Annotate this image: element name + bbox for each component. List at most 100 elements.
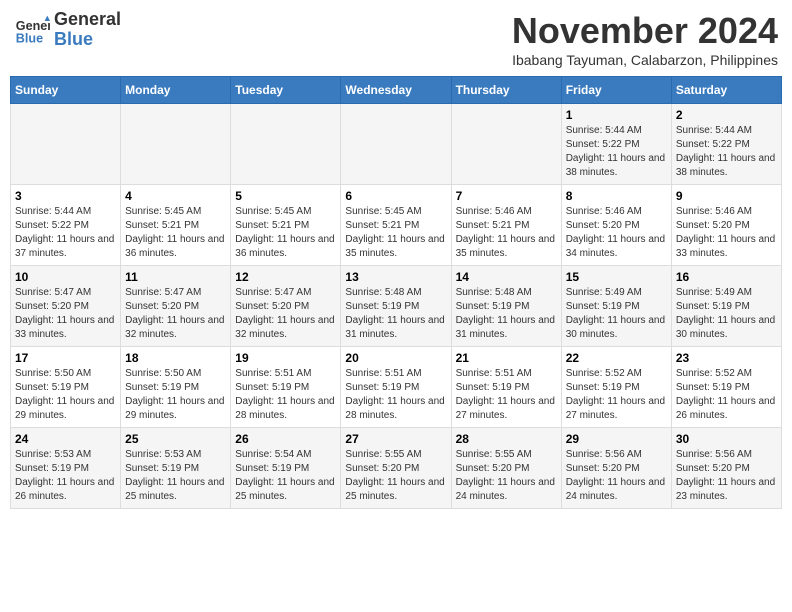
day-number: 19 (235, 351, 336, 365)
calendar-header: SundayMondayTuesdayWednesdayThursdayFrid… (11, 77, 782, 104)
logo: General Blue General Blue (14, 10, 121, 50)
weekday-header-tuesday: Tuesday (231, 77, 341, 104)
calendar-cell (11, 104, 121, 185)
day-number: 9 (676, 189, 777, 203)
calendar-cell: 14 Sunrise: 5:48 AMSunset: 5:19 PMDayligh… (451, 266, 561, 347)
logo-line2: Blue (54, 30, 121, 50)
day-info: Sunrise: 5:46 AMSunset: 5:21 PMDaylight:… (456, 205, 557, 261)
calendar-cell (341, 104, 451, 185)
calendar-cell: 24 Sunrise: 5:53 AMSunset: 5:19 PMDayligh… (11, 428, 121, 509)
day-number: 15 (566, 270, 667, 284)
calendar-cell: 10Sunrise: 5:47 AMSunset: 5:20 PMDayligh… (11, 266, 121, 347)
calendar-cell (451, 104, 561, 185)
calendar-cell: 12Sunrise: 5:47 AMSunset: 5:20 PMDayligh… (231, 266, 341, 347)
logo-line1: General (54, 10, 121, 30)
weekday-header-sunday: Sunday (11, 77, 121, 104)
day-info: Sunrise: 5:51 AMSunset: 5:19 PMDaylight:… (345, 367, 446, 423)
day-info: Sunrise: 5:46 AMSunset: 5:20 PMDaylight:… (676, 205, 777, 261)
calendar-cell: 7 Sunrise: 5:46 AMSunset: 5:21 PMDaylight… (451, 185, 561, 266)
calendar-cell: 9 Sunrise: 5:46 AMSunset: 5:20 PMDaylight… (671, 185, 781, 266)
day-info: Sunrise: 5:50 AMSunset: 5:19 PMDaylight:… (15, 367, 116, 423)
calendar-cell: 23 Sunrise: 5:52 AMSunset: 5:19 PMDayligh… (671, 347, 781, 428)
day-number: 28 (456, 432, 557, 446)
day-number: 26 (235, 432, 336, 446)
weekday-header-row: SundayMondayTuesdayWednesdayThursdayFrid… (11, 77, 782, 104)
day-number: 20 (345, 351, 446, 365)
day-info: Sunrise: 5:55 AMSunset: 5:20 PMDaylight:… (345, 448, 446, 504)
calendar-cell: 11 Sunrise: 5:47 AMSunset: 5:20 PMDayligh… (121, 266, 231, 347)
day-number: 30 (676, 432, 777, 446)
title-block: November 2024 Ibabang Tayuman, Calabarzo… (512, 10, 778, 68)
calendar-cell: 4 Sunrise: 5:45 AMSunset: 5:21 PMDaylight… (121, 185, 231, 266)
svg-text:Blue: Blue (16, 31, 43, 45)
day-info: Sunrise: 5:49 AMSunset: 5:19 PMDaylight:… (676, 286, 777, 342)
day-number: 17 (15, 351, 116, 365)
weekday-header-friday: Friday (561, 77, 671, 104)
calendar-cell: 3 Sunrise: 5:44 AMSunset: 5:22 PMDaylight… (11, 185, 121, 266)
day-info: Sunrise: 5:55 AMSunset: 5:20 PMDaylight:… (456, 448, 557, 504)
calendar-cell: 13Sunrise: 5:48 AMSunset: 5:19 PMDayligh… (341, 266, 451, 347)
day-info: Sunrise: 5:56 AMSunset: 5:20 PMDaylight:… (676, 448, 777, 504)
day-number: 24 (15, 432, 116, 446)
day-number: 12 (235, 270, 336, 284)
week-row-4: 24 Sunrise: 5:53 AMSunset: 5:19 PMDayligh… (11, 428, 782, 509)
calendar-table: SundayMondayTuesdayWednesdayThursdayFrid… (10, 76, 782, 509)
day-info: Sunrise: 5:50 AMSunset: 5:19 PMDaylight:… (125, 367, 226, 423)
calendar-cell: 18 Sunrise: 5:50 AMSunset: 5:19 PMDayligh… (121, 347, 231, 428)
weekday-header-monday: Monday (121, 77, 231, 104)
day-number: 7 (456, 189, 557, 203)
day-info: Sunrise: 5:51 AMSunset: 5:19 PMDaylight:… (235, 367, 336, 423)
week-row-2: 10Sunrise: 5:47 AMSunset: 5:20 PMDayligh… (11, 266, 782, 347)
day-number: 21 (456, 351, 557, 365)
day-info: Sunrise: 5:48 AMSunset: 5:19 PMDaylight:… (456, 286, 557, 342)
day-info: Sunrise: 5:56 AMSunset: 5:20 PMDaylight:… (566, 448, 667, 504)
calendar-cell: 25 Sunrise: 5:53 AMSunset: 5:19 PMDayligh… (121, 428, 231, 509)
day-info: Sunrise: 5:44 AMSunset: 5:22 PMDaylight:… (676, 124, 777, 180)
day-info: Sunrise: 5:44 AMSunset: 5:22 PMDaylight:… (15, 205, 116, 261)
day-info: Sunrise: 5:47 AMSunset: 5:20 PMDaylight:… (125, 286, 226, 342)
day-info: Sunrise: 5:47 AMSunset: 5:20 PMDaylight:… (15, 286, 116, 342)
calendar-cell: 1Sunrise: 5:44 AMSunset: 5:22 PMDaylight… (561, 104, 671, 185)
calendar-cell: 19 Sunrise: 5:51 AMSunset: 5:19 PMDayligh… (231, 347, 341, 428)
month-title: November 2024 (512, 10, 778, 52)
weekday-header-thursday: Thursday (451, 77, 561, 104)
logo-text: General Blue (54, 10, 121, 50)
day-number: 23 (676, 351, 777, 365)
day-number: 29 (566, 432, 667, 446)
day-number: 16 (676, 270, 777, 284)
week-row-3: 17 Sunrise: 5:50 AMSunset: 5:19 PMDayligh… (11, 347, 782, 428)
day-number: 3 (15, 189, 116, 203)
calendar-cell: 20 Sunrise: 5:51 AMSunset: 5:19 PMDayligh… (341, 347, 451, 428)
day-number: 5 (235, 189, 336, 203)
day-number: 27 (345, 432, 446, 446)
calendar-cell: 22Sunrise: 5:52 AMSunset: 5:19 PMDayligh… (561, 347, 671, 428)
day-number: 18 (125, 351, 226, 365)
calendar-cell: 28 Sunrise: 5:55 AMSunset: 5:20 PMDayligh… (451, 428, 561, 509)
day-number: 25 (125, 432, 226, 446)
day-info: Sunrise: 5:54 AMSunset: 5:19 PMDaylight:… (235, 448, 336, 504)
day-info: Sunrise: 5:53 AMSunset: 5:19 PMDaylight:… (125, 448, 226, 504)
calendar-cell: 17 Sunrise: 5:50 AMSunset: 5:19 PMDayligh… (11, 347, 121, 428)
day-info: Sunrise: 5:51 AMSunset: 5:19 PMDaylight:… (456, 367, 557, 423)
calendar-cell: 16 Sunrise: 5:49 AMSunset: 5:19 PMDayligh… (671, 266, 781, 347)
day-info: Sunrise: 5:45 AMSunset: 5:21 PMDaylight:… (125, 205, 226, 261)
day-info: Sunrise: 5:52 AMSunset: 5:19 PMDaylight:… (676, 367, 777, 423)
logo-icon: General Blue (14, 12, 50, 48)
day-info: Sunrise: 5:53 AMSunset: 5:19 PMDaylight:… (15, 448, 116, 504)
day-info: Sunrise: 5:49 AMSunset: 5:19 PMDaylight:… (566, 286, 667, 342)
location-subtitle: Ibabang Tayuman, Calabarzon, Philippines (512, 52, 778, 68)
day-number: 8 (566, 189, 667, 203)
page-header: General Blue General Blue November 2024 … (10, 10, 782, 68)
calendar-cell: 2Sunrise: 5:44 AMSunset: 5:22 PMDaylight… (671, 104, 781, 185)
day-number: 14 (456, 270, 557, 284)
day-number: 11 (125, 270, 226, 284)
calendar-cell: 29 Sunrise: 5:56 AMSunset: 5:20 PMDayligh… (561, 428, 671, 509)
calendar-cell: 30 Sunrise: 5:56 AMSunset: 5:20 PMDayligh… (671, 428, 781, 509)
day-info: Sunrise: 5:45 AMSunset: 5:21 PMDaylight:… (235, 205, 336, 261)
day-number: 4 (125, 189, 226, 203)
day-number: 22 (566, 351, 667, 365)
calendar-cell: 21 Sunrise: 5:51 AMSunset: 5:19 PMDayligh… (451, 347, 561, 428)
calendar-cell: 8Sunrise: 5:46 AMSunset: 5:20 PMDaylight… (561, 185, 671, 266)
day-info: Sunrise: 5:45 AMSunset: 5:21 PMDaylight:… (345, 205, 446, 261)
day-info: Sunrise: 5:48 AMSunset: 5:19 PMDaylight:… (345, 286, 446, 342)
